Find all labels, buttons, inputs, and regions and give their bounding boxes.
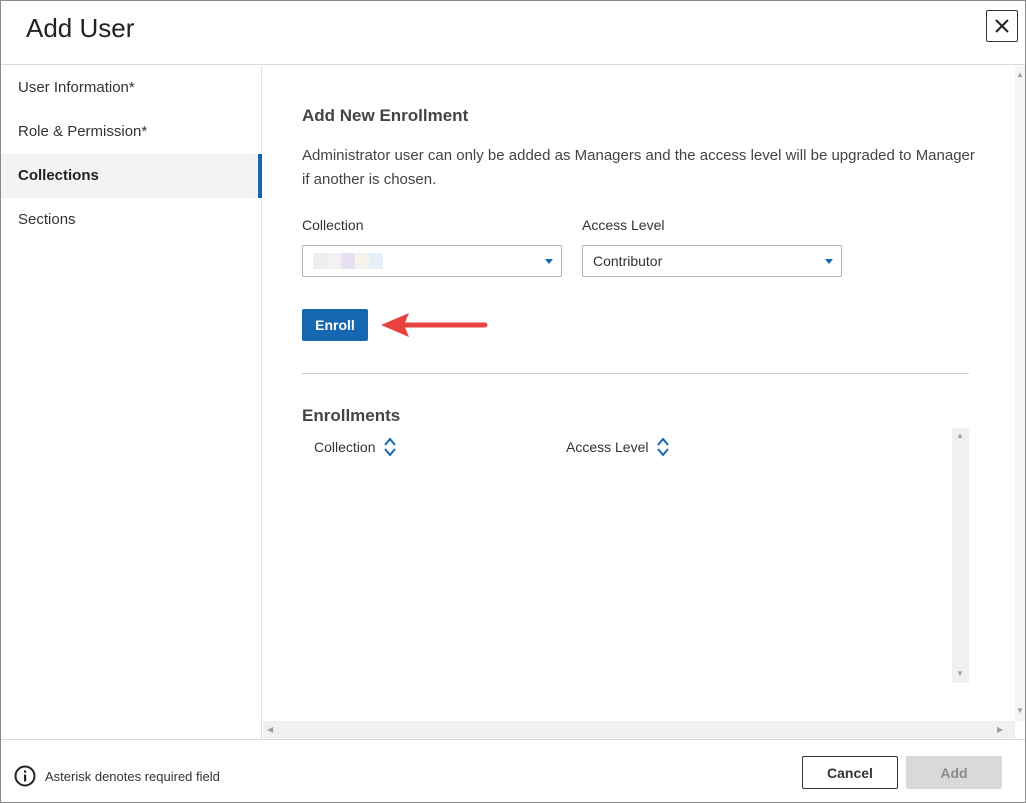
sidebar-item-sections[interactable]: Sections bbox=[1, 198, 261, 242]
enrollments-scrollbar[interactable]: ▲ ▼ bbox=[952, 428, 969, 683]
sidebar-item-role-permission[interactable]: Role & Permission* bbox=[1, 110, 261, 154]
dialog-header: Add User bbox=[1, 1, 1025, 65]
access-level-select[interactable]: Contributor bbox=[582, 245, 842, 277]
scroll-down-arrow-icon[interactable]: ▼ bbox=[956, 669, 964, 678]
chevron-down-icon bbox=[545, 259, 553, 264]
column-header-label: Collection bbox=[314, 439, 376, 455]
enrollments-heading: Enrollments bbox=[302, 406, 401, 425]
add-user-dialog: Add User User Information* Role & Permis… bbox=[0, 0, 1026, 803]
red-arrow-icon bbox=[381, 313, 488, 337]
collection-label: Collection bbox=[302, 217, 364, 233]
dialog-title: Add User bbox=[26, 13, 135, 43]
cancel-button[interactable]: Cancel bbox=[802, 756, 898, 789]
sidebar-item-collections[interactable]: Collections bbox=[1, 154, 262, 198]
column-header-access-level[interactable]: Access Level bbox=[566, 437, 670, 457]
add-enrollment-heading: Add New Enrollment bbox=[302, 106, 469, 125]
column-header-collection[interactable]: Collection bbox=[314, 437, 397, 457]
scroll-up-arrow-icon[interactable]: ▲ bbox=[956, 431, 964, 440]
dialog-footer: Asterisk denotes required field Cancel A… bbox=[1, 739, 1025, 802]
chevron-down-icon bbox=[825, 259, 833, 264]
required-field-note: Asterisk denotes required field bbox=[14, 765, 220, 787]
scroll-left-arrow-icon[interactable]: ◀ bbox=[267, 725, 273, 734]
add-button[interactable]: Add bbox=[906, 756, 1002, 789]
sidebar-nav: User Information* Role & Permission* Col… bbox=[1, 66, 262, 739]
sort-icon bbox=[657, 437, 670, 457]
main-content: Add New Enrollment Administrator user ca… bbox=[263, 66, 1015, 738]
close-icon bbox=[995, 19, 1009, 33]
column-header-label: Access Level bbox=[566, 439, 649, 455]
enroll-button[interactable]: Enroll bbox=[302, 309, 368, 341]
vertical-scrollbar[interactable]: ▲ ▼ bbox=[1015, 66, 1025, 721]
close-button[interactable] bbox=[986, 10, 1018, 42]
sort-icon bbox=[384, 437, 397, 457]
admin-notice: Administrator user can only be added as … bbox=[302, 147, 975, 188]
section-divider bbox=[302, 373, 969, 374]
info-icon bbox=[14, 765, 36, 787]
sidebar-item-user-information[interactable]: User Information* bbox=[1, 66, 261, 110]
access-level-label: Access Level bbox=[582, 217, 665, 233]
scroll-down-arrow-icon[interactable]: ▼ bbox=[1016, 706, 1024, 715]
access-level-value: Contributor bbox=[593, 253, 663, 269]
scroll-up-arrow-icon[interactable]: ▲ bbox=[1016, 70, 1024, 79]
required-field-text: Asterisk denotes required field bbox=[45, 768, 220, 784]
horizontal-scrollbar[interactable]: ◀ ▶ bbox=[263, 721, 1015, 738]
collection-select[interactable] bbox=[302, 245, 562, 277]
scroll-right-arrow-icon[interactable]: ▶ bbox=[997, 725, 1003, 734]
collection-redacted-value bbox=[313, 253, 383, 270]
